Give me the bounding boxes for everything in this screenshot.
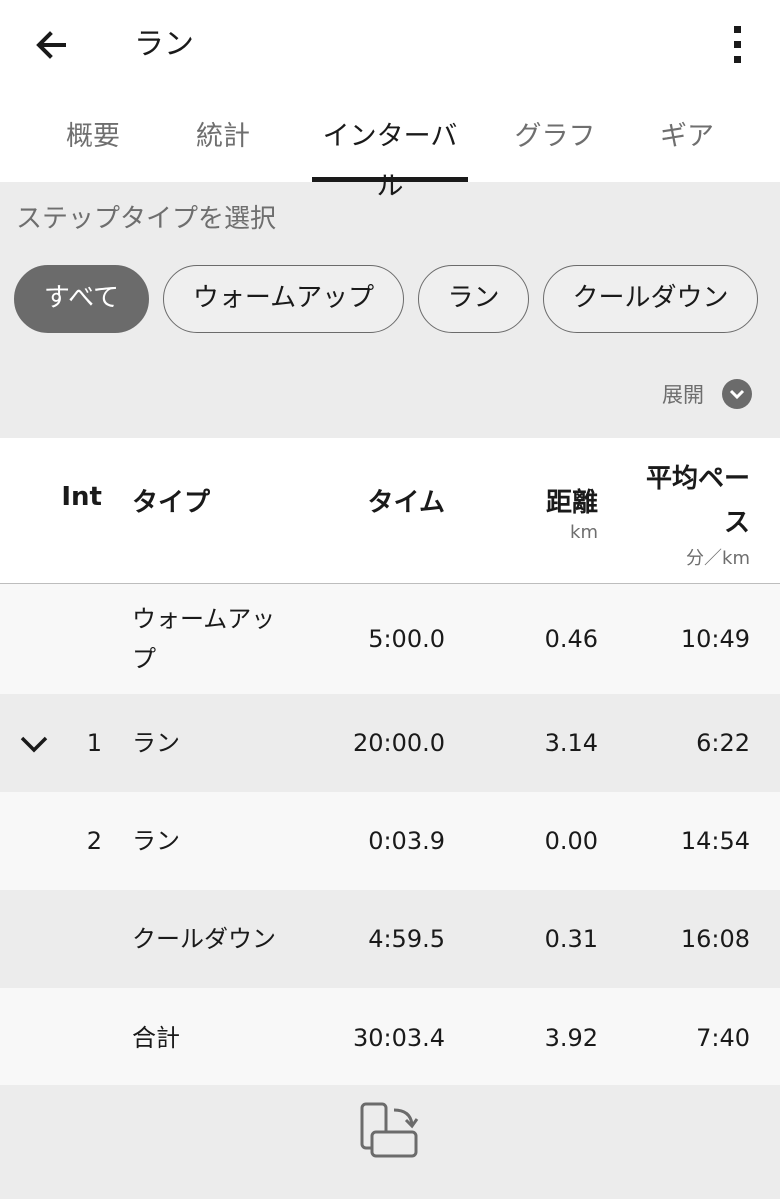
tab-gear[interactable]: ギア [624,112,750,182]
header-type: タイプ [132,488,211,518]
cell-time: 5:00.0 [368,625,445,653]
cell-type: ウォームアッ [132,605,276,633]
bottom-bar [0,1087,780,1199]
tab-graph[interactable]: グラフ [492,112,618,182]
header-pace-line1: 平均ペー [645,464,750,494]
cell-distance: 0.31 [544,925,598,953]
cell-pace: 6:22 [696,729,750,757]
table-row[interactable]: 2 ラン 0:03.9 0.00 14:54 [0,792,780,890]
intervals-table: Int タイプ タイム 距離 km 平均ペー ス 分／km ウォームアッ プ 5… [0,438,780,1085]
expand-label: 展開 [662,383,704,407]
tab-label: インターバル [322,121,458,202]
cell-int: 1 [86,729,102,757]
cell-time: 20:00.0 [352,729,445,757]
cell-int: 2 [86,827,102,855]
table-row[interactable]: ウォームアッ プ 5:00.0 0.46 10:49 [0,584,780,694]
header-time: タイム [367,488,445,518]
tab-label: グラフ [514,121,596,152]
header-distance-unit: km [570,522,598,543]
tab-label: 概要 [66,121,120,152]
cell-distance: 3.14 [544,729,598,757]
cell-pace: 16:08 [680,925,750,953]
cell-pace: 7:40 [696,1024,750,1052]
tab-intervals[interactable]: インターバル [312,112,468,202]
header-int: Int [61,482,102,512]
header-distance: 距離 [545,488,598,518]
chip-run[interactable]: ラン [418,265,529,333]
tab-overview[interactable]: 概要 [30,112,156,182]
tab-bar: 概要 統計 インターバル グラフ ギア [0,90,780,202]
cell-pace: 14:54 [680,827,750,855]
cell-type: 合計 [132,1024,180,1052]
chip-warmup[interactable]: ウォームアップ [163,265,404,333]
cell-time: 4:59.5 [368,925,445,953]
tab-label: 統計 [196,121,250,152]
cell-time: 30:03.4 [352,1024,445,1052]
table-row[interactable]: クールダウン 4:59.5 0.31 16:08 [0,890,780,988]
header-pace-line2: ス [723,508,750,538]
tab-stats[interactable]: 統計 [160,112,286,182]
table-header: Int タイプ タイム 距離 km 平均ペー ス 分／km [0,438,780,584]
screen-rotate-icon[interactable] [358,1102,422,1166]
arrow-left-icon[interactable] [28,22,74,68]
cell-distance: 3.92 [544,1024,598,1052]
active-tab-indicator [312,177,468,182]
page-title: ラン [134,27,194,62]
tab-label: ギア [660,121,714,152]
cell-distance: 0.00 [544,827,598,855]
cell-type: クールダウン [132,925,276,953]
table-row[interactable]: 1 ラン 20:00.0 3.14 6:22 [0,694,780,792]
chevron-down-icon [722,379,752,409]
cell-time: 0:03.9 [368,827,445,855]
cell-pace: 10:49 [680,625,750,653]
cell-type: ラン [132,729,180,757]
app-bar: ラン [0,0,780,90]
chip-all[interactable]: すべて [14,265,149,333]
chip-cooldown[interactable]: クールダウン [543,265,758,333]
header-pace-unit: 分／km [686,548,750,569]
cell-type-cont: プ [132,645,156,673]
more-vertical-icon[interactable] [718,22,758,68]
cell-type: ラン [132,827,180,855]
step-type-filter-label: ステップタイプを選択 [16,204,277,234]
table-row-total: 合計 30:03.4 3.92 7:40 [0,988,780,1085]
cell-distance: 0.46 [544,625,598,653]
